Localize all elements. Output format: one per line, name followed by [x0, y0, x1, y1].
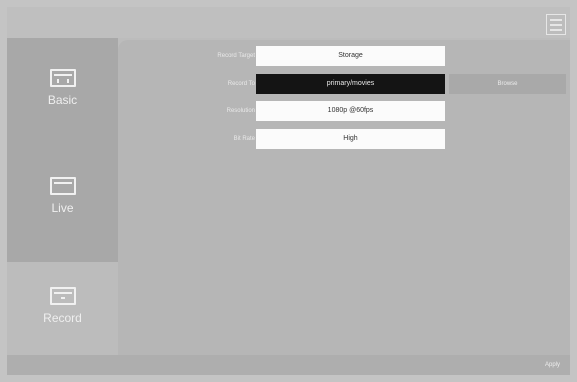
bit-rate-row: Bit Rate High — [118, 129, 570, 149]
record-to-label: Record To — [227, 81, 255, 87]
sidebar-item-record[interactable]: Record — [7, 287, 118, 325]
bottom-bar: Apply — [7, 355, 570, 375]
menu-grid-icon[interactable] — [546, 14, 566, 35]
sidebar-item-label: Basic — [47, 93, 78, 107]
sidebar-item-basic[interactable]: Basic — [48, 69, 77, 107]
record-target-label: Record Target — [217, 53, 255, 59]
resolution-label: Resolution — [226, 108, 255, 114]
bit-rate-label: Bit Rate — [233, 136, 255, 142]
monitor-icon — [49, 177, 76, 195]
record-to-field[interactable]: primary/movies — [256, 74, 445, 94]
sidebar-item-label: Live — [51, 201, 74, 215]
settings-window: Basic Live Record Record Target Storage … — [7, 7, 570, 375]
record-target-select[interactable]: Storage — [256, 46, 445, 66]
sidebar-item-group-active: Basic Live — [7, 38, 118, 262]
sidebar-item-live[interactable]: Live — [49, 177, 76, 215]
sidebar-item-label: Record — [43, 311, 82, 325]
record-settings-panel: Record Target Storage Record To primary/… — [118, 40, 570, 363]
browse-button[interactable]: Browse — [449, 74, 566, 94]
camera-settings-icon — [49, 69, 76, 87]
record-target-row: Record Target Storage — [118, 46, 570, 66]
resolution-select[interactable]: 1080p @60fps — [256, 101, 445, 121]
top-bar — [7, 7, 570, 38]
sidebar: Basic Live Record — [7, 38, 118, 362]
record-to-row: Record To primary/movies Browse — [118, 74, 570, 94]
apply-button[interactable]: Apply — [545, 355, 560, 375]
record-icon — [49, 287, 76, 305]
resolution-row: Resolution 1080p @60fps — [118, 101, 570, 121]
bit-rate-select[interactable]: High — [256, 129, 445, 149]
